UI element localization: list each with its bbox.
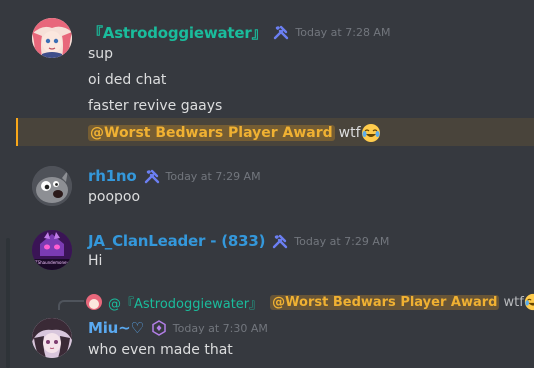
message-text: who even made that [88,342,233,358]
role-mention[interactable]: @Worst Bedwars Player Award [88,125,335,141]
timestamp: Today at 7:29 AM [294,234,390,248]
reply-connector [58,300,84,310]
role-badge-icon [151,320,167,336]
message-text: poopoo [88,189,141,205]
joy-emoji-icon [361,123,381,143]
avatar[interactable]: TShaundemoney [32,230,72,270]
message-text: Hi [88,253,103,269]
role-mention[interactable]: @Worst Bedwars Player Award [270,294,500,310]
message-text: oi ded chat [88,72,167,88]
message-text: sup [88,46,114,62]
username[interactable]: 『Astrodoggiewater』 [88,22,267,43]
username[interactable]: rh1no [88,167,137,185]
tools-icon [273,24,289,40]
avatar-caption: TShaundemoney [35,260,69,265]
avatar[interactable] [32,318,72,358]
mention-highlight-bar [16,118,18,146]
timestamp: Today at 7:28 AM [295,25,391,39]
timestamp: Today at 7:30 AM [172,321,268,335]
joy-emoji-icon [524,293,534,311]
message-text: faster revive gaays [88,98,223,114]
avatar-image [32,318,72,358]
avatar-image [32,166,72,206]
avatar[interactable] [32,166,72,206]
tools-icon [144,168,160,184]
timestamp: Today at 7:29 AM [165,169,261,183]
avatar-image [32,18,72,58]
reply-preview[interactable]: @『Astrodoggiewater』 @Worst Bedwars Playe… [86,293,534,312]
scrollbar[interactable] [6,238,10,368]
reply-avatar [86,294,102,310]
tools-icon [272,233,288,249]
username[interactable]: JA_ClanLeader - (833) [88,232,265,250]
message-text: wtf [338,125,361,141]
reply-username[interactable]: @『Astrodoggiewater』 [108,293,262,312]
avatar[interactable] [32,18,72,58]
reply-text: wtf [503,294,524,310]
message-text-with-mention: @Worst Bedwars Player Award wtf [88,123,381,143]
username[interactable]: Miu~♡ [88,319,144,337]
